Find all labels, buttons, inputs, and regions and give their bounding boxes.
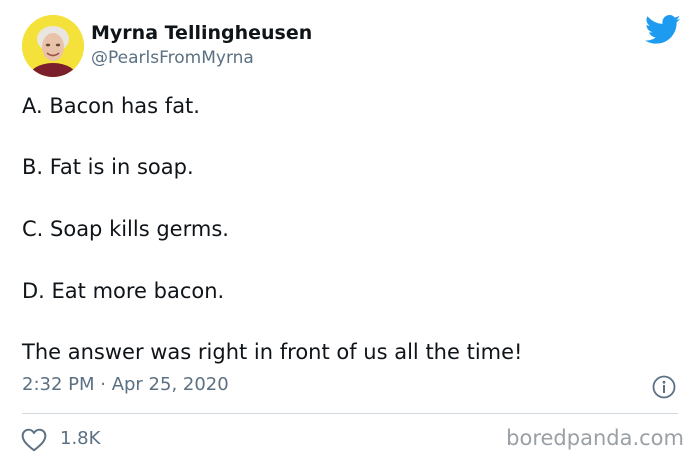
tweet-text-line-d: D. Eat more bacon. xyxy=(22,279,225,303)
tweet-text-line-a: A. Bacon has fat. xyxy=(22,94,200,118)
heart-icon[interactable] xyxy=(21,428,47,452)
divider xyxy=(22,413,678,414)
author-handle[interactable]: @PearlsFromMyrna xyxy=(91,48,254,68)
tweet-text-line-c: C. Soap kills germs. xyxy=(22,217,229,241)
avatar-photo xyxy=(22,15,84,77)
watermark: boredpanda.com xyxy=(506,426,684,450)
tweet-timestamp[interactable]: 2:32 PM · Apr 25, 2020 xyxy=(22,374,229,395)
author-name[interactable]: Myrna Tellingheusen xyxy=(91,22,312,44)
avatar[interactable] xyxy=(22,15,84,77)
like-count[interactable]: 1.8K xyxy=(60,428,100,449)
tweet-text-line-b: B. Fat is in soap. xyxy=(22,155,194,179)
tweet-text-conclusion: The answer was right in front of us all … xyxy=(22,340,523,364)
twitter-bird-icon[interactable] xyxy=(645,15,681,45)
info-icon[interactable] xyxy=(652,375,676,399)
